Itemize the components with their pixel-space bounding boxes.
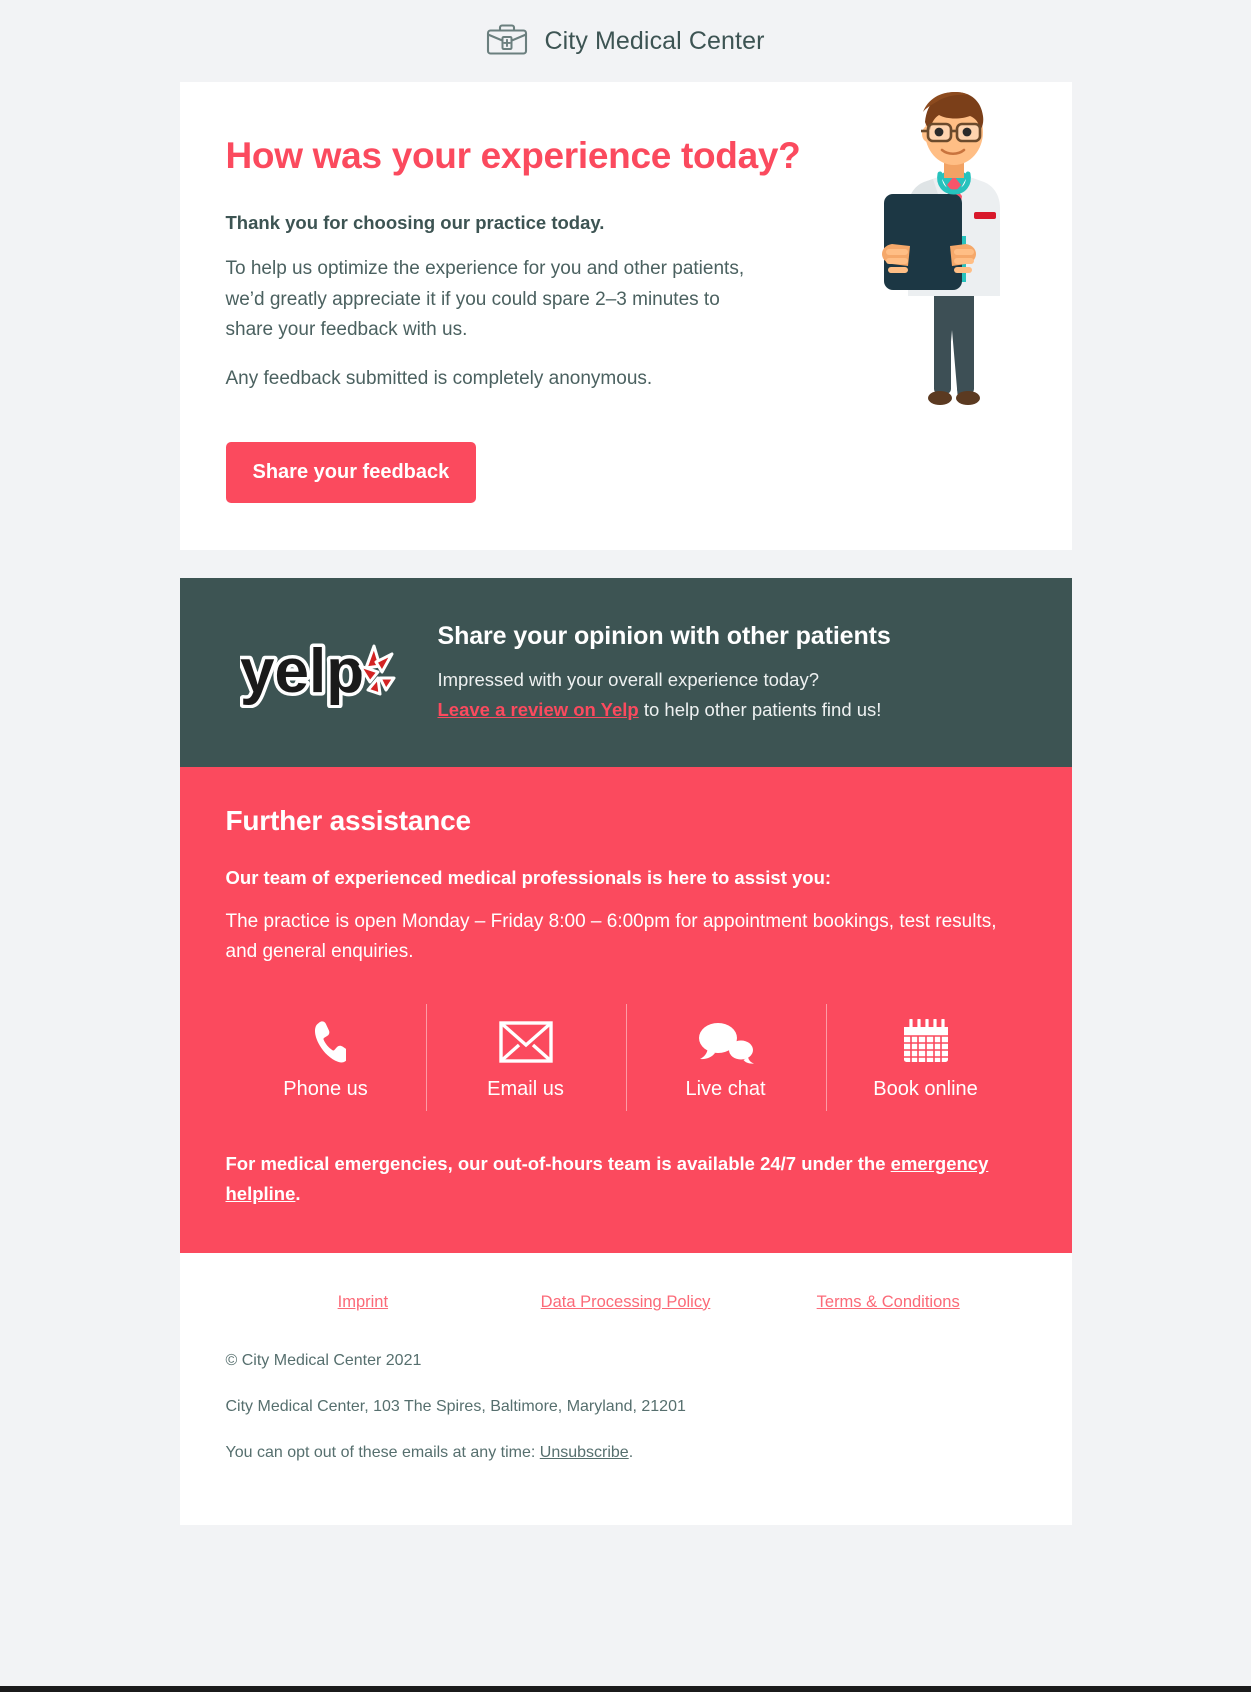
contact-label: Email us — [487, 1077, 564, 1100]
email-body: How was your experience today? Thank you… — [179, 82, 1072, 1525]
contact-book-online[interactable]: Book online — [825, 1002, 1026, 1113]
yelp-review-section: yelp yelp Share your opinion with other … — [179, 578, 1072, 767]
address-text: City Medical Center, 103 The Spires, Bal… — [225, 1398, 686, 1416]
viewport-bottom-bar — [0, 1686, 1251, 1692]
unsubscribe-link[interactable]: Unsubscribe — [540, 1444, 629, 1461]
optout-suffix: . — [628, 1444, 634, 1462]
optout-text: You can opt out of these emails at any t… — [226, 1442, 1026, 1464]
contact-live-chat[interactable]: Live chat — [625, 1002, 826, 1113]
emergency-notice: For medical emergencies, our out-of-hour… — [226, 1149, 1026, 1209]
calendar-icon — [832, 1016, 1020, 1068]
assistance-subheading: Our team of experienced medical professi… — [225, 866, 832, 888]
yelp-heading: Share your opinion with other patients — [437, 622, 891, 650]
contact-label: Phone us — [283, 1077, 368, 1100]
footer-link-data-processing-policy[interactable]: Data Processing Policy — [494, 1293, 757, 1312]
opening-hours-text: The practice is open Monday – Friday 8:0… — [225, 910, 997, 963]
yelp-logo-icon: yelp yelp — [236, 630, 410, 713]
contact-email-us[interactable]: Email us — [425, 1002, 626, 1113]
emergency-suffix: . — [295, 1182, 301, 1204]
chat-bubbles-icon — [632, 1016, 820, 1068]
contact-options-row: Phone us Email us Live chat Book online — [226, 1002, 1026, 1113]
assistance-heading: Further assistance — [225, 804, 472, 836]
hero-section: How was your experience today? Thank you… — [179, 82, 1072, 550]
contact-label: Book online — [873, 1077, 978, 1100]
yelp-line-2: Leave a review on Yelp to help other pat… — [438, 695, 891, 725]
yelp-line-1: Impressed with your overall experience t… — [437, 669, 820, 690]
doctor-with-clipboard-illustration — [874, 86, 1034, 416]
phone-icon — [232, 1016, 420, 1068]
footer-link-terms-conditions[interactable]: Terms & Conditions — [757, 1293, 1020, 1312]
section-gap — [179, 550, 1072, 578]
yelp-line-2-rest: to help other patients find us! — [638, 698, 882, 720]
svg-text:yelp: yelp — [240, 637, 364, 706]
brand-name: City Medical Center — [544, 26, 765, 55]
leave-review-link[interactable]: Leave a review on Yelp — [438, 699, 639, 720]
hero-paragraph-1: To help us optimize the experience for y… — [225, 258, 745, 341]
page-title: How was your experience today? — [225, 135, 801, 176]
brand-header: City Medical Center — [0, 0, 1251, 82]
further-assistance-section: Further assistance Our team of experienc… — [179, 766, 1072, 1253]
envelope-icon — [432, 1016, 620, 1068]
email-footer: Imprint Data Processing Policy Terms & C… — [179, 1252, 1072, 1525]
optout-prefix: You can opt out of these emails at any t… — [225, 1444, 540, 1462]
contact-label: Live chat — [685, 1077, 766, 1100]
medical-briefcase-icon — [486, 22, 528, 61]
share-feedback-button[interactable]: Share your feedback — [225, 441, 477, 503]
hero-paragraph-2: Any feedback submitted is completely ano… — [225, 367, 653, 389]
emergency-prefix: For medical emergencies, our out-of-hour… — [225, 1152, 891, 1174]
copyright-text: © City Medical Center 2021 — [225, 1351, 422, 1369]
footer-links-row: Imprint Data Processing Policy Terms & C… — [226, 1293, 1026, 1312]
contact-phone-us[interactable]: Phone us — [226, 1002, 426, 1113]
footer-link-imprint[interactable]: Imprint — [232, 1293, 495, 1312]
hero-lead: Thank you for choosing our practice toda… — [225, 212, 605, 234]
